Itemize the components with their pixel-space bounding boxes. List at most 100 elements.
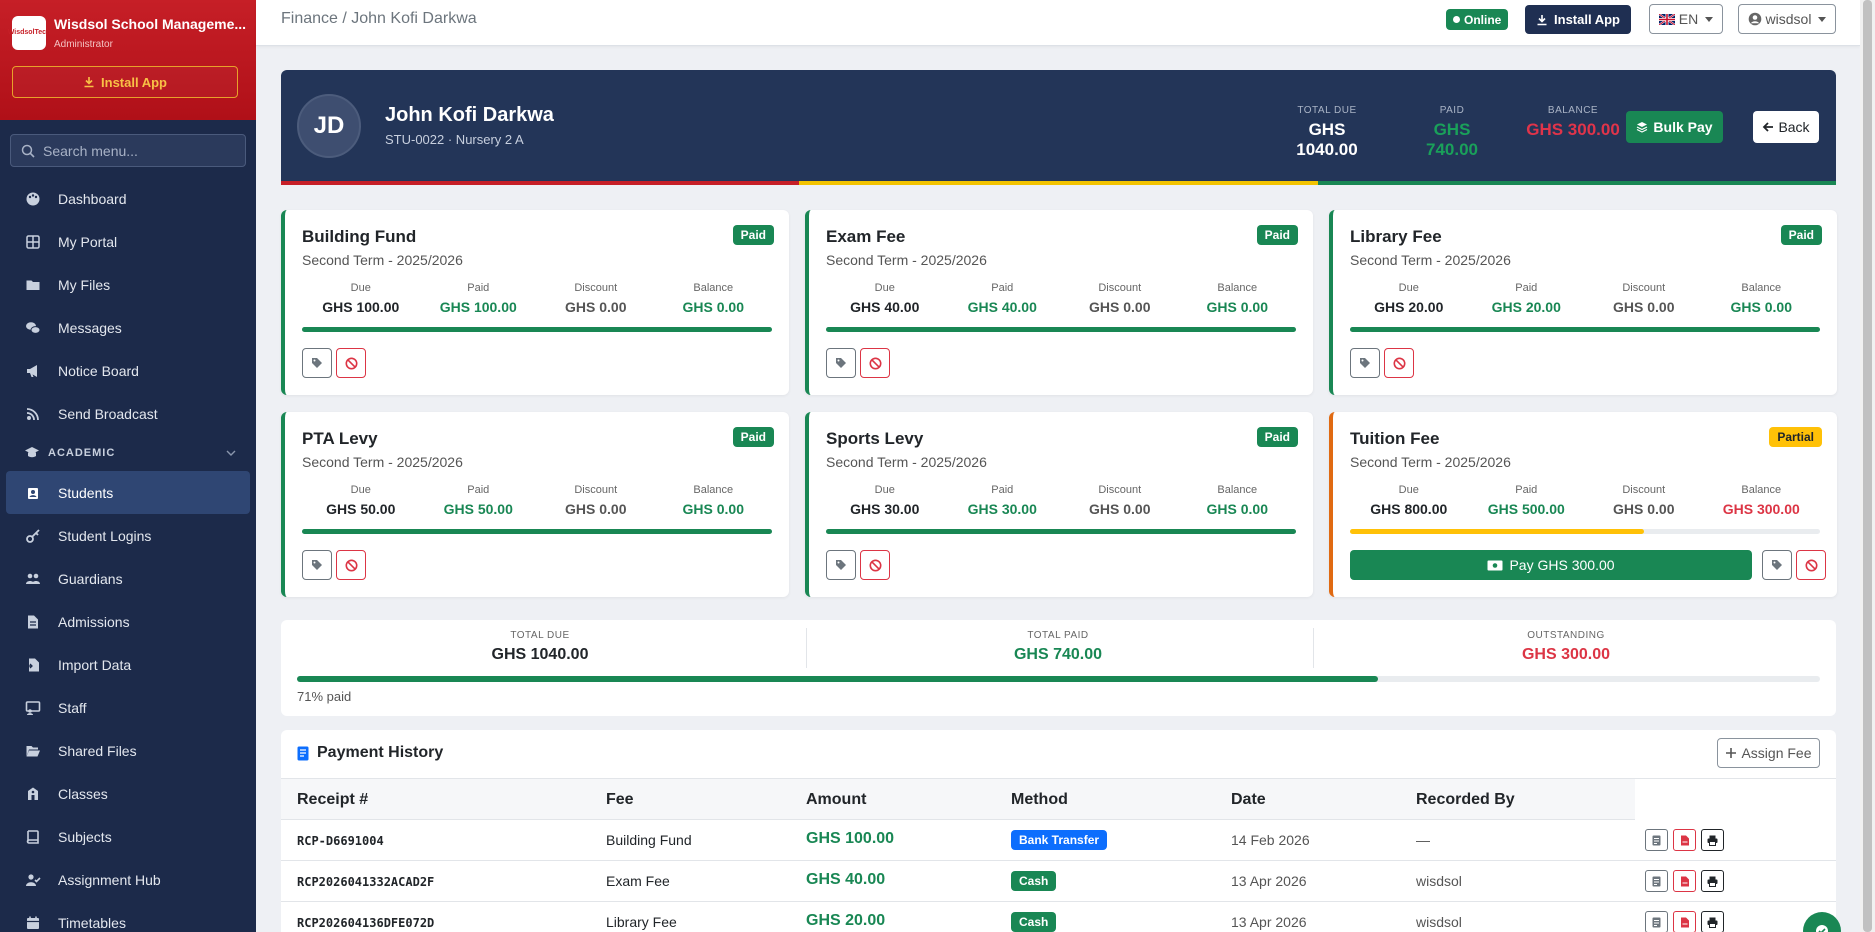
column-header-date[interactable]: Date <box>1231 791 1266 809</box>
sidebar-item-assignment-hub[interactable]: Assignment Hub <box>0 858 256 901</box>
sidebar-item-my-portal[interactable]: My Portal <box>0 220 256 263</box>
sidebar-item-shared-files[interactable]: Shared Files <box>0 729 256 772</box>
waive-fee-button[interactable] <box>1796 550 1826 580</box>
fee-term: Second Term - 2025/2026 <box>302 252 463 268</box>
sidebar-item-classes[interactable]: Classes <box>0 772 256 815</box>
waive-fee-button[interactable] <box>336 550 366 580</box>
fee-balance: Balance GHS 0.00 <box>655 484 773 517</box>
nav-section-academic[interactable]: ACADEMIC <box>0 435 256 471</box>
fee-progress-bar <box>302 327 772 332</box>
sidebar-item-label: Timetables <box>58 914 126 931</box>
print-receipt-button[interactable] <box>1701 829 1724 851</box>
fee-due-value: GHS 800.00 <box>1370 501 1448 517</box>
apply-discount-button[interactable] <box>302 348 332 378</box>
fee-progress-bar <box>302 529 772 534</box>
menu-search-input[interactable]: Search menu... <box>10 134 246 167</box>
sidebar-item-dashboard[interactable]: Dashboard <box>0 177 256 220</box>
tag-icon <box>836 358 846 368</box>
column-header-amount[interactable]: Amount <box>806 791 866 809</box>
sidebar-item-notice-board[interactable]: Notice Board <box>0 349 256 392</box>
fee-discount: Discount GHS 0.00 <box>537 282 655 315</box>
summary-total-paid-label: TOTAL PAID <box>1027 630 1089 641</box>
column-header-receipt[interactable]: Receipt # <box>297 791 368 809</box>
fee-balance-label: Balance <box>1741 282 1782 294</box>
apply-discount-button[interactable] <box>826 550 856 580</box>
fee-discount-value: GHS 0.00 <box>565 501 627 517</box>
fee-paid-value: GHS 40.00 <box>967 299 1037 315</box>
page-scrollbar[interactable] <box>1860 0 1875 932</box>
fee-paid-value: GHS 20.00 <box>1491 299 1561 315</box>
fee-title: PTA Levy <box>302 429 378 448</box>
sidebar-item-my-files[interactable]: My Files <box>0 263 256 306</box>
sidebar-item-students[interactable]: Students <box>6 471 250 514</box>
receipt-number: RCP202604136DFE072D <box>297 916 435 930</box>
download-icon <box>84 77 94 88</box>
pay-balance-button[interactable]: Pay GHS 300.00 <box>1350 550 1752 580</box>
pdf-receipt-button[interactable] <box>1673 829 1696 851</box>
fee-title: Building Fund <box>302 227 417 246</box>
scrollbar-thumb[interactable] <box>1863 0 1872 932</box>
sidebar-item-subjects[interactable]: Subjects <box>0 815 256 858</box>
view-receipt-button[interactable] <box>1645 911 1668 932</box>
print-icon <box>1707 876 1718 887</box>
summary-outstanding: OUTSTANDING GHS 300.00 <box>1307 630 1825 664</box>
waive-fee-button[interactable] <box>860 550 890 580</box>
column-header-method[interactable]: Method <box>1011 791 1068 809</box>
school-logo: WisdsolTech <box>8 16 50 50</box>
view-receipt-button[interactable] <box>1645 829 1668 851</box>
assign-fee-button[interactable]: Assign Fee <box>1717 738 1820 768</box>
sidebar-item-admissions[interactable]: Admissions <box>0 600 256 643</box>
pdf-receipt-button[interactable] <box>1673 870 1696 892</box>
apply-discount-button[interactable] <box>1350 348 1380 378</box>
fee-paid: Paid GHS 40.00 <box>944 282 1062 315</box>
apply-discount-button[interactable] <box>1762 550 1792 580</box>
fee-title: Library Fee <box>1350 227 1442 246</box>
install-app-button[interactable]: Install App <box>1525 5 1631 34</box>
sidebar-item-import-data[interactable]: Import Data <box>0 643 256 686</box>
sidebar-install-app-button[interactable]: Install App <box>12 66 238 98</box>
print-receipt-button[interactable] <box>1701 870 1724 892</box>
column-header-fee[interactable]: Fee <box>606 791 634 809</box>
waive-fee-button[interactable] <box>1384 348 1414 378</box>
language-dropdown[interactable]: EN <box>1649 4 1723 34</box>
summary-total-due-label: TOTAL DUE <box>510 630 570 641</box>
fee-paid: Paid GHS 100.00 <box>420 282 538 315</box>
apply-discount-button[interactable] <box>302 550 332 580</box>
apply-discount-button[interactable] <box>826 348 856 378</box>
sidebar-item-send-broadcast[interactable]: Send Broadcast <box>0 392 256 435</box>
sidebar-item-label: My Files <box>58 276 111 293</box>
user-menu-dropdown[interactable]: wisdsol <box>1738 4 1836 34</box>
payment-history-title: Payment History <box>297 744 443 762</box>
fee-term: Second Term - 2025/2026 <box>826 252 987 268</box>
key-icon <box>24 528 42 544</box>
sidebar-item-student-logins[interactable]: Student Logins <box>0 514 256 557</box>
fee-paid-label: Paid <box>991 282 1014 294</box>
print-receipt-button[interactable] <box>1701 911 1724 932</box>
waive-fee-button[interactable] <box>336 348 366 378</box>
column-header-recorded-by[interactable]: Recorded By <box>1416 791 1515 809</box>
bulk-pay-button[interactable]: Bulk Pay <box>1626 111 1723 143</box>
sidebar-install-app-label: Install App <box>101 74 167 90</box>
back-button[interactable]: Back <box>1753 111 1819 143</box>
header-paid: PAID GHS 740.00 <box>1411 105 1493 160</box>
pdf-receipt-button[interactable] <box>1673 911 1696 932</box>
sidebar-item-label: Subjects <box>58 828 112 845</box>
nav-section-label: ACADEMIC <box>48 447 116 459</box>
file-pdf-icon <box>1680 876 1689 886</box>
ban-icon <box>345 357 357 369</box>
sidebar-item-guardians[interactable]: Guardians <box>0 557 256 600</box>
fee-card-library-fee: Library Fee Second Term - 2025/2026 Paid Du… <box>1329 210 1837 395</box>
online-status-badge: Online <box>1446 9 1509 30</box>
caret-down-icon <box>1705 16 1714 22</box>
view-receipt-button[interactable] <box>1645 870 1668 892</box>
sidebar-item-timetables[interactable]: Timetables <box>0 901 256 932</box>
sidebar-item-messages[interactable]: Messages <box>0 306 256 349</box>
fee-discount: Discount GHS 0.00 <box>1061 282 1179 315</box>
waive-fee-button[interactable] <box>860 348 890 378</box>
back-label: Back <box>1778 119 1810 135</box>
fee-title: Tuition Fee <box>1350 429 1440 448</box>
fee-balance: Balance GHS 0.00 <box>1703 282 1821 315</box>
fee-card-building-fund: Building Fund Second Term - 2025/2026 Paid… <box>281 210 789 395</box>
chat-icon <box>24 320 42 336</box>
sidebar-item-staff[interactable]: Staff <box>0 686 256 729</box>
